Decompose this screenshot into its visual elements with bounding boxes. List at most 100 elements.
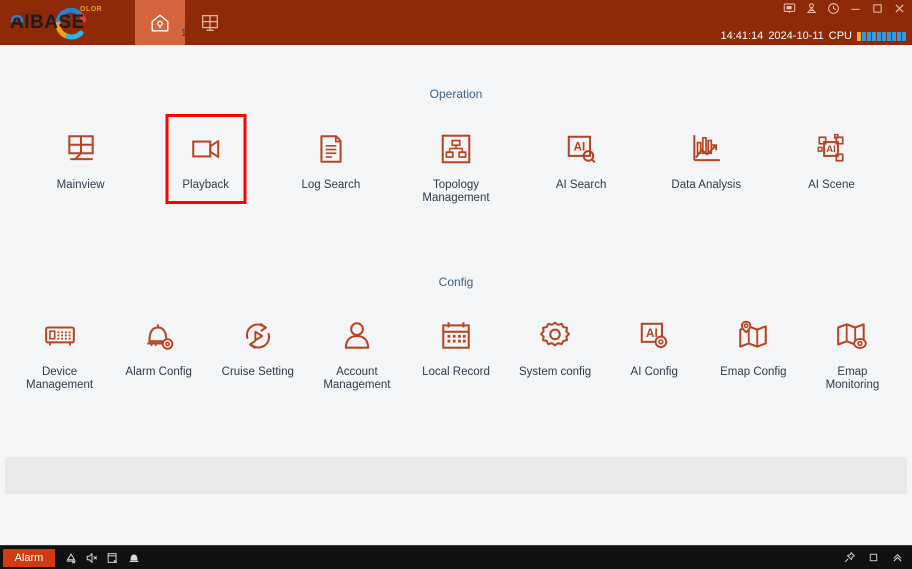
menu-item-label: Cruise Setting [221, 366, 294, 378]
menu-item-label: Local Record [422, 366, 490, 378]
svg-text:AI: AI [574, 141, 586, 154]
ai-config-icon: AI [637, 314, 671, 358]
cruise-setting-icon [241, 314, 275, 358]
cpu-segment [897, 31, 901, 41]
home-tab[interactable] [135, 0, 185, 45]
cpu-segment [887, 31, 891, 41]
status-right-icons [843, 551, 904, 564]
menu-item-device-management[interactable]: Device Management [10, 300, 109, 392]
restore-icon[interactable] [867, 551, 880, 564]
cpu-segment [882, 31, 886, 41]
menu-item-label: Account Management [323, 366, 391, 391]
local-record-icon [439, 314, 473, 358]
account-management-icon [340, 314, 374, 358]
cpu-segment [867, 31, 871, 41]
status-left-icons [64, 551, 141, 565]
ai-search-icon: AI [564, 127, 598, 171]
layout-tab[interactable]: 1 [181, 0, 235, 45]
alarm-button[interactable]: Alarm [3, 548, 55, 567]
menu-item-ai-config[interactable]: AI AI Config [605, 300, 704, 392]
menu-item-label: Emap Monitoring [825, 366, 880, 391]
menu-item-topology-management[interactable]: Topology Management [393, 113, 518, 205]
tab-badge: 1 [181, 28, 187, 39]
menu-item-system-config[interactable]: System config [506, 300, 605, 392]
menu-item-emap-config[interactable]: Emap Config [704, 300, 803, 392]
status-bar: Alarm [0, 545, 912, 569]
menu-item-emap-monitoring[interactable]: Emap Monitoring [803, 300, 902, 392]
menu-item-account-management[interactable]: Account Management [307, 300, 406, 392]
menu-item-playback[interactable]: Playback [143, 113, 268, 205]
bottom-info-panel [5, 457, 907, 494]
logo-arc-icon [10, 14, 24, 22]
alarm-config-icon [142, 314, 176, 358]
menu-item-label: Mainview [56, 179, 105, 191]
cpu-label: CPU [828, 30, 852, 42]
menu-item-ai-search[interactable]: AI AI Search [519, 113, 644, 205]
power-icon[interactable] [827, 2, 840, 15]
cpu-segment [892, 31, 896, 41]
section-title-config: Config [438, 275, 474, 289]
close-button[interactable] [893, 2, 906, 15]
cpu-segment [857, 31, 861, 41]
window-controls [783, 2, 906, 15]
menu-item-cruise-setting[interactable]: Cruise Setting [208, 300, 307, 392]
bell-icon[interactable] [127, 551, 141, 565]
menu-item-label: System config [518, 366, 592, 378]
maximize-button[interactable] [871, 2, 884, 15]
svg-text:AI: AI [827, 144, 837, 155]
minimize-button[interactable] [849, 2, 862, 15]
device-management-icon [43, 314, 77, 358]
mainview-icon [64, 127, 98, 171]
cpu-segment [862, 31, 866, 41]
menu-item-label: AI Config [630, 366, 678, 378]
playback-camera-icon [189, 127, 223, 171]
chevron-up-icon[interactable] [891, 551, 904, 564]
ai-scene-icon: AI [814, 127, 848, 171]
log-search-icon [314, 127, 348, 171]
speaker-muted-icon[interactable] [85, 551, 99, 565]
cpu-segment [872, 31, 876, 41]
config-grid: Device Management Alarm Config Cruise Sett… [0, 300, 912, 392]
menu-item-label: Emap Config [720, 366, 787, 378]
menu-item-label: AI Search [555, 179, 607, 191]
emap-monitoring-icon [835, 314, 869, 358]
user-lock-icon[interactable] [805, 2, 818, 15]
menu-item-label: Topology Management [422, 179, 490, 204]
menu-item-label: AI Scene [808, 179, 855, 191]
menu-item-label: Alarm Config [125, 366, 192, 378]
section-title-operation: Operation [429, 87, 483, 101]
menu-item-label: Device Management [25, 366, 94, 391]
menu-item-label: Playback [182, 179, 230, 191]
clock-date: 2024-10-11 [768, 30, 824, 42]
pin-icon[interactable] [843, 551, 856, 564]
data-analysis-icon [689, 127, 723, 171]
application-window: AIBASE OLOR 1 14:41:14 2024-10-11 CPU Op… [0, 0, 912, 569]
menu-item-ai-scene[interactable]: AI AI Scene [769, 113, 894, 205]
screen-icon[interactable] [783, 2, 796, 15]
menu-item-label: Log Search [301, 179, 361, 191]
menu-item-data-analysis[interactable]: Data Analysis [644, 113, 769, 205]
cpu-meter [857, 31, 906, 41]
emap-config-icon [736, 314, 770, 358]
operation-grid: Mainview Playback Log Search Topology Manag… [0, 113, 912, 205]
topology-icon [439, 127, 473, 171]
menu-item-label: Data Analysis [671, 179, 742, 191]
main-content: Operation Mainview Playback Log Search Topo… [0, 45, 912, 545]
cpu-segment [877, 31, 881, 41]
system-status: 14:41:14 2024-10-11 CPU [720, 30, 906, 42]
clock-time: 14:41:14 [720, 30, 764, 42]
brand-logo: AIBASE OLOR [0, 0, 135, 45]
record-off-icon[interactable] [106, 551, 120, 565]
grid-layout-icon [202, 14, 218, 31]
tab-bar: 1 [135, 0, 235, 45]
menu-item-local-record[interactable]: Local Record [406, 300, 505, 392]
cpu-segment [902, 31, 906, 41]
system-config-icon [538, 314, 572, 358]
home-icon [151, 14, 169, 31]
top-bar: AIBASE OLOR 1 14:41:14 2024-10-11 CPU [0, 0, 912, 45]
alarm-muted-icon[interactable] [64, 551, 78, 565]
menu-item-alarm-config[interactable]: Alarm Config [109, 300, 208, 392]
menu-item-mainview[interactable]: Mainview [18, 113, 143, 205]
menu-item-log-search[interactable]: Log Search [268, 113, 393, 205]
brand-suffix: OLOR [80, 5, 103, 13]
